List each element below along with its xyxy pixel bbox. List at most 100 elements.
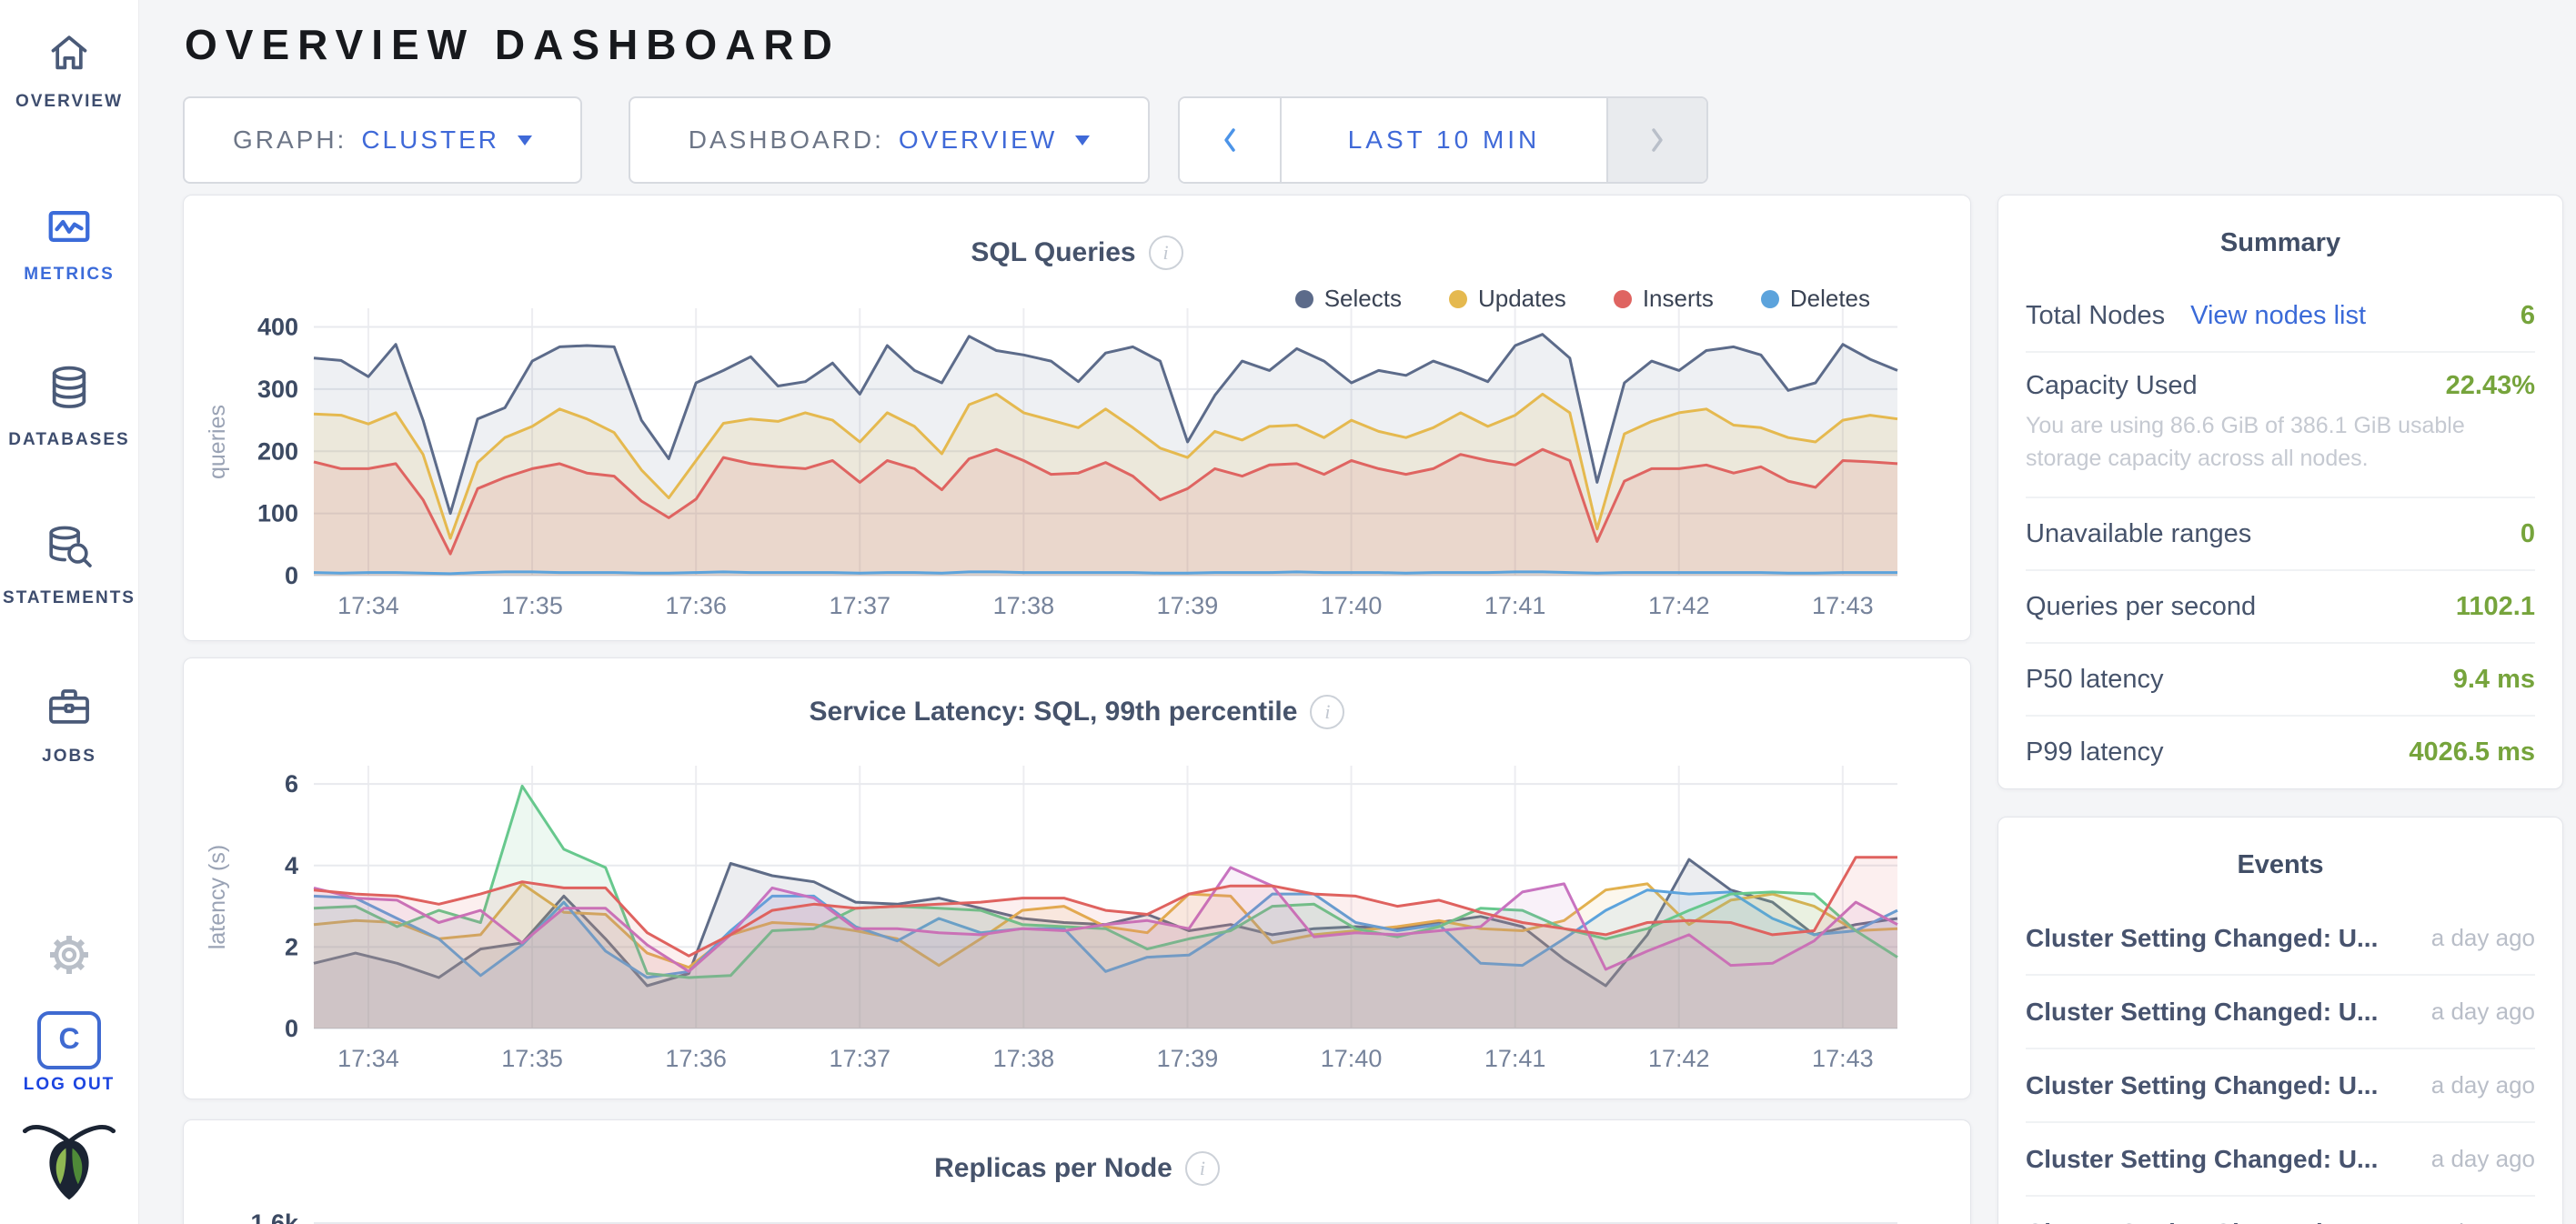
svg-text:17:39: 17:39 (1157, 592, 1219, 619)
svg-text:17:36: 17:36 (665, 592, 727, 619)
sql-queries-chart: 17:3417:3517:3617:3717:3817:3917:4017:41… (184, 196, 1972, 642)
page-title: OVERVIEW DASHBOARD (185, 20, 840, 69)
svg-text:latency (s): latency (s) (205, 845, 230, 949)
svg-text:17:38: 17:38 (993, 592, 1055, 619)
event-time: a day ago (2431, 998, 2535, 1026)
event-row[interactable]: Cluster Setting Changed: U... a day ago (2026, 1195, 2535, 1224)
sidebar-item-label: STATEMENTS (0, 588, 138, 608)
row-value: 0 (2521, 519, 2535, 549)
row-label: P50 latency (2026, 665, 2164, 695)
events-panel: Events Cluster Setting Changed: U... a da… (1997, 817, 2563, 1224)
capacity-value: 22.43% (2446, 371, 2535, 401)
logout-label: LOG OUT (0, 1075, 138, 1095)
svg-text:17:36: 17:36 (665, 1045, 727, 1072)
service-latency-card: Service Latency: SQL, 99th percentile i … (183, 657, 1971, 1099)
graph-dropdown-value: CLUSTER (361, 125, 499, 155)
row-label: Unavailable ranges (2026, 519, 2251, 549)
event-text[interactable]: Cluster Setting Changed: U... (2026, 1145, 2378, 1174)
sidebar: OVERVIEW METRICS DATABASE (0, 0, 139, 1224)
summary-row-total-nodes: Total Nodes View nodes list 6 (2026, 280, 2535, 351)
svg-text:200: 200 (257, 437, 298, 465)
event-text[interactable]: Cluster Setting Changed: U... (2026, 998, 2378, 1027)
database-icon (44, 360, 95, 416)
event-row[interactable]: Cluster Setting Changed: U...a day ago (2026, 1121, 2535, 1195)
sidebar-item-databases[interactable]: DATABASES (0, 360, 138, 450)
summary-title: Summary (1998, 196, 2562, 280)
svg-text:100: 100 (257, 500, 298, 527)
event-time: a day ago (2431, 1219, 2535, 1224)
total-nodes-value: 6 (2521, 301, 2535, 331)
replicas-per-node-card: Replicas per Node i 1.6k (183, 1119, 1971, 1224)
event-row[interactable]: Cluster Setting Changed: U... a day ago (2026, 974, 2535, 1048)
graph-dropdown[interactable]: GRAPH: CLUSTER (183, 96, 582, 184)
summary-row-capacity: Capacity Used 22.43% You are using 86.6 … (2026, 351, 2535, 497)
capacity-note: You are using 86.6 GiB of 386.1 GiB usab… (2026, 410, 2535, 475)
time-range-value[interactable]: LAST 10 MIN (1282, 98, 1606, 182)
capacity-label: Capacity Used (2026, 371, 2198, 401)
svg-text:400: 400 (257, 314, 298, 341)
svg-text:17:43: 17:43 (1812, 592, 1874, 619)
event-time: a day ago (2431, 1071, 2535, 1099)
graph-dropdown-label: GRAPH: (233, 125, 347, 155)
event-row[interactable]: Cluster Setting Changed: U... a day ago (2026, 902, 2535, 974)
event-row[interactable]: Cluster Setting Changed: U... a day ago (2026, 1048, 2535, 1121)
svg-text:6: 6 (285, 770, 298, 798)
chevron-right-icon (1647, 124, 1667, 156)
event-time: a day ago (2431, 924, 2535, 952)
svg-text:17:41: 17:41 (1484, 1045, 1546, 1072)
event-text[interactable]: Cluster Setting Changed: U... (2026, 1219, 2378, 1224)
sidebar-item-metrics[interactable]: METRICS (0, 202, 138, 285)
event-text[interactable]: Cluster Setting Changed: U... (2026, 924, 2378, 953)
cockroach-bug-icon (20, 1119, 118, 1204)
sidebar-item-overview[interactable]: OVERVIEW (0, 27, 138, 112)
svg-text:17:38: 17:38 (993, 1045, 1055, 1072)
row-label: P99 latency (2026, 737, 2164, 768)
svg-text:17:34: 17:34 (337, 1045, 399, 1072)
sidebar-item-jobs[interactable]: JOBS (0, 682, 138, 767)
row-value: 1102.1 (2456, 592, 2535, 622)
event-text[interactable]: Cluster Setting Changed: U... (2026, 1071, 2378, 1100)
events-title: Events (1998, 818, 2562, 902)
database-search-icon (43, 520, 96, 575)
summary-row-p50: P50 latency 9.4 ms (2026, 642, 2535, 715)
svg-text:queries: queries (205, 405, 230, 479)
metrics-graph-icon (41, 202, 97, 251)
sidebar-item-settings[interactable] (0, 929, 138, 985)
svg-text:0: 0 (285, 562, 298, 589)
svg-text:17:40: 17:40 (1321, 592, 1383, 619)
svg-text:17:39: 17:39 (1157, 1045, 1219, 1072)
summary-row-unavailable-ranges: Unavailable ranges 0 (2026, 497, 2535, 569)
service-latency-chart: 17:3417:3517:3617:3717:3817:3917:4017:41… (184, 658, 1972, 1100)
sidebar-item-logout[interactable]: C LOG OUT (0, 1011, 138, 1095)
svg-text:17:42: 17:42 (1648, 592, 1710, 619)
view-nodes-list-link[interactable]: View nodes list (2190, 301, 2366, 331)
dashboard-dropdown-label: DASHBOARD: (689, 125, 884, 155)
sidebar-item-statements[interactable]: STATEMENTS (0, 520, 138, 608)
row-label: Queries per second (2026, 592, 2256, 622)
svg-text:17:35: 17:35 (501, 1045, 563, 1072)
sidebar-item-label: JOBS (0, 747, 138, 767)
gear-icon (44, 929, 95, 980)
cockroach-logo[interactable] (0, 1119, 138, 1209)
svg-text:17:37: 17:37 (829, 592, 891, 619)
svg-text:17:34: 17:34 (337, 592, 399, 619)
time-next-button[interactable] (1606, 98, 1706, 182)
dashboard-dropdown[interactable]: DASHBOARD: OVERVIEW (629, 96, 1150, 184)
events-list: Cluster Setting Changed: U... a day ago Cl… (1998, 902, 2562, 1224)
row-value: 9.4 ms (2453, 665, 2535, 695)
overview-dashboard-page: OVERVIEW METRICS DATABASE (0, 0, 2576, 1224)
summary-row-p99: P99 latency 4026.5 ms (2026, 715, 2535, 788)
svg-text:17:37: 17:37 (829, 1045, 891, 1072)
time-prev-button[interactable] (1180, 98, 1282, 182)
dashboard-dropdown-value: OVERVIEW (899, 125, 1057, 155)
svg-text:1.6k: 1.6k (250, 1209, 299, 1224)
svg-text:0: 0 (285, 1015, 298, 1042)
briefcase-icon (42, 682, 96, 733)
svg-text:2: 2 (285, 933, 298, 960)
sidebar-item-label: METRICS (0, 265, 138, 285)
svg-text:300: 300 (257, 376, 298, 403)
replicas-per-node-chart: 1.6k (184, 1120, 1972, 1224)
row-value: 4026.5 ms (2409, 737, 2535, 768)
svg-text:17:41: 17:41 (1484, 592, 1546, 619)
total-nodes-label: Total Nodes (2026, 301, 2165, 331)
